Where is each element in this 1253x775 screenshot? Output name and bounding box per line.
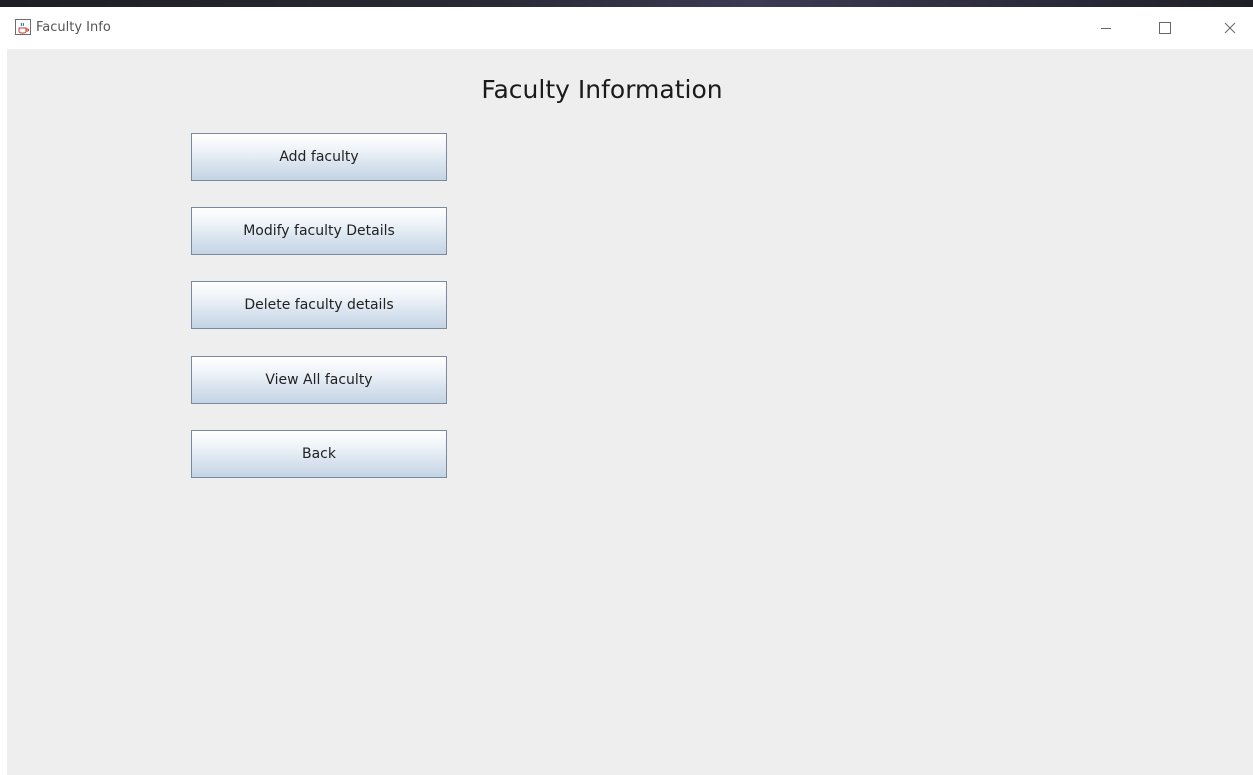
page-title: Faculty Information [481, 75, 723, 104]
title-bar[interactable]: Faculty Info [0, 7, 1253, 49]
content-panel: Faculty Information Add faculty Modify f… [7, 49, 1253, 775]
minimize-icon [1100, 22, 1112, 34]
delete-faculty-details-button[interactable]: Delete faculty details [191, 281, 447, 329]
java-cup-icon [15, 19, 31, 35]
close-button[interactable] [1207, 7, 1253, 49]
app-window: Faculty Info Faculty Information Add fac… [0, 7, 1253, 775]
maximize-button[interactable] [1142, 7, 1188, 49]
maximize-icon [1159, 22, 1171, 34]
modify-faculty-details-button[interactable]: Modify faculty Details [191, 207, 447, 255]
window-title: Faculty Info [36, 20, 111, 35]
minimize-button[interactable] [1083, 7, 1129, 49]
close-icon [1224, 22, 1236, 34]
back-button[interactable]: Back [191, 430, 447, 478]
add-faculty-button[interactable]: Add faculty [191, 133, 447, 181]
view-all-faculty-button[interactable]: View All faculty [191, 356, 447, 404]
desktop-background-strip [0, 0, 1253, 7]
